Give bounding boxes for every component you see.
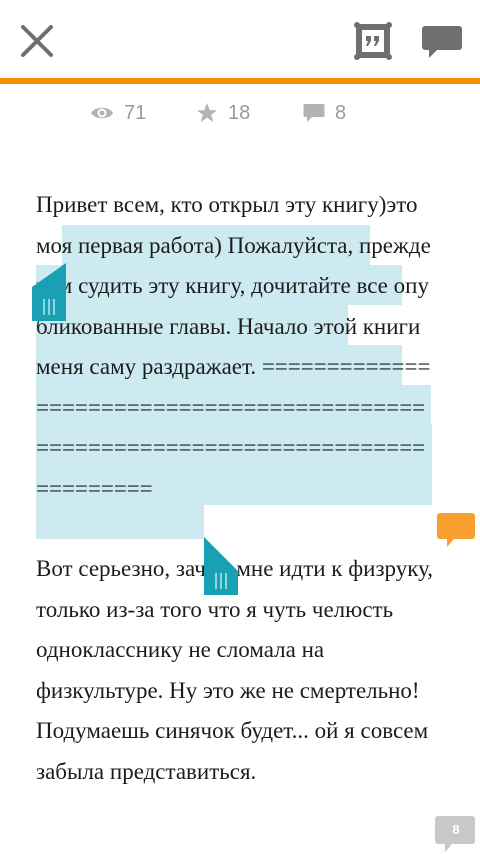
chapter-text[interactable]: Привет всем, кто открыл эту книгу)это мо… [36,185,436,792]
comments-stat: 8 [303,100,346,126]
quote-frame-icon[interactable] [354,22,392,60]
comment-bubble-icon[interactable] [421,24,463,60]
paragraph-comment-icon[interactable] [436,512,476,550]
top-toolbar [0,0,480,78]
comment-icon [303,104,325,122]
selection-start-handle[interactable] [32,263,66,321]
views-count: 71 [124,101,147,124]
stars-stat: 18 [196,100,250,126]
stars-count: 18 [228,101,251,124]
eye-icon [91,107,113,119]
star-icon [196,102,218,123]
selection-end-handle[interactable] [204,537,238,595]
close-icon[interactable] [20,24,54,58]
stats-row: 71 18 8 [0,100,480,126]
comments-count: 8 [335,101,347,124]
views-stat: 71 [90,100,146,126]
paragraph-1[interactable]: Привет всем, кто открыл эту книгу)это мо… [36,185,436,509]
toolbar-accent-line [0,78,480,84]
paragraph-comment-count: 8 [452,822,460,837]
